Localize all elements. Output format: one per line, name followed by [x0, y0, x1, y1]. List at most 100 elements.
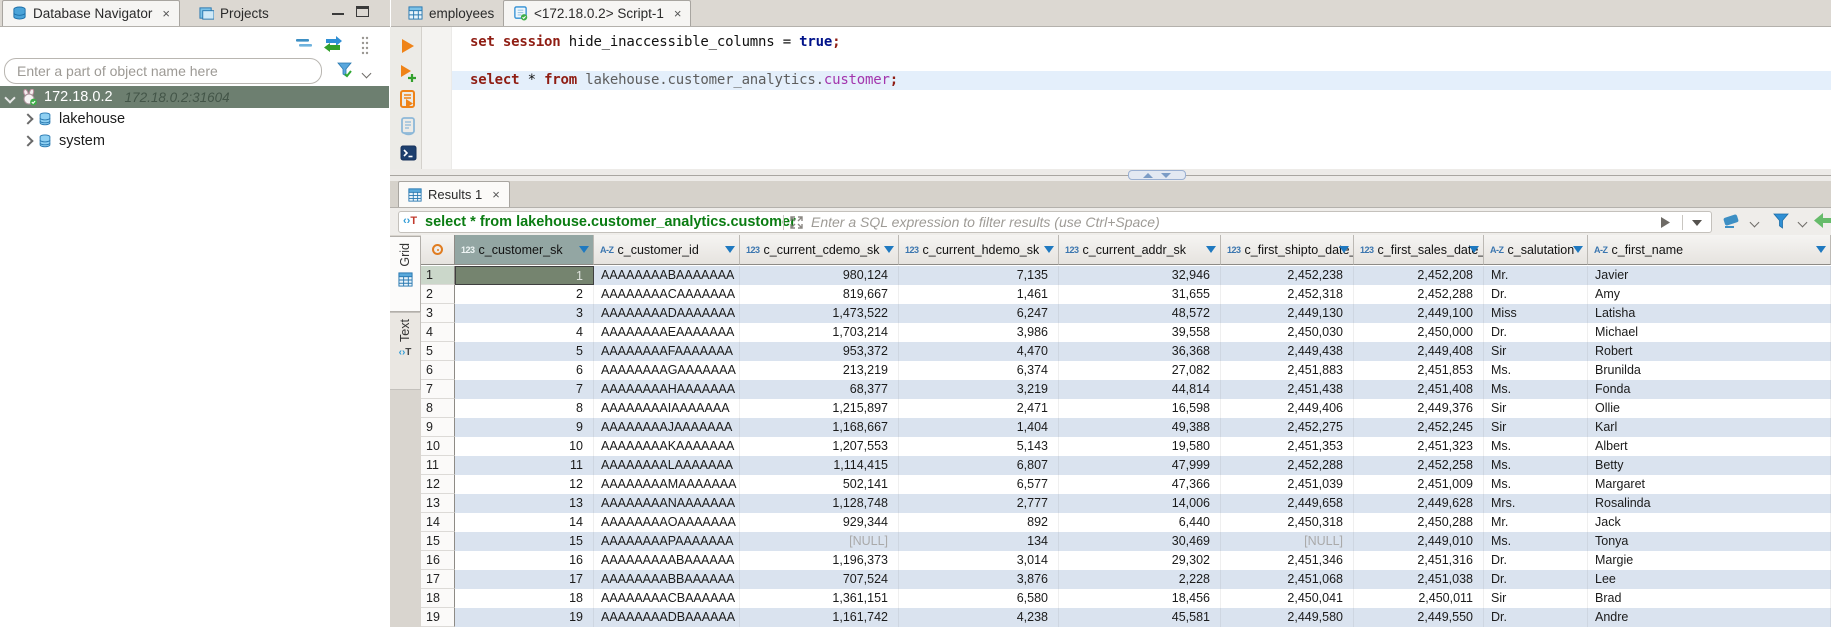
cell-c_first_name-row19[interactable]: Andre: [1588, 608, 1831, 627]
sql-console-button[interactable]: [400, 145, 417, 162]
row-number[interactable]: 15: [421, 532, 455, 551]
cell-c_current_addr_sk-row10[interactable]: 19,580: [1059, 437, 1221, 456]
cell-c_first_shipto_date_sk-row18[interactable]: 2,450,041: [1221, 589, 1354, 608]
cell-c_customer_id-row4[interactable]: AAAAAAAAEAAAAAAA: [594, 323, 740, 342]
expander-icon[interactable]: [22, 114, 32, 124]
cell-c_current_hdemo_sk-row11[interactable]: 6,807: [899, 456, 1059, 475]
column-menu-dropdown-icon[interactable]: [1206, 246, 1216, 253]
code-line[interactable]: set session hide_inaccessible_columns = …: [470, 33, 840, 52]
cell-c_customer_id-row10[interactable]: AAAAAAAAKAAAAAAA: [594, 437, 740, 456]
cell-c_current_addr_sk-row15[interactable]: 30,469: [1059, 532, 1221, 551]
tab-database-navigator[interactable]: Database Navigator ×: [2, 0, 180, 26]
row-number[interactable]: 6: [421, 361, 455, 380]
cell-c_current_addr_sk-row14[interactable]: 6,440: [1059, 513, 1221, 532]
cell-c_current_addr_sk-row18[interactable]: 18,456: [1059, 589, 1221, 608]
toolbar-grip-icon[interactable]: [360, 35, 370, 55]
cell-c_first_sales_date_sk-row6[interactable]: 2,451,853: [1354, 361, 1484, 380]
cell-c_first_sales_date_sk-row2[interactable]: 2,452,288: [1354, 285, 1484, 304]
row-number[interactable]: 13: [421, 494, 455, 513]
cell-c_customer_id-row17[interactable]: AAAAAAAABBAAAAAA: [594, 570, 740, 589]
tree-item-system[interactable]: system: [0, 130, 389, 152]
object-search-input[interactable]: [4, 58, 322, 84]
cell-c_salutation-row18[interactable]: Sir: [1484, 589, 1588, 608]
cell-c_current_addr_sk-row5[interactable]: 36,368: [1059, 342, 1221, 361]
filter-dropdown-chevron[interactable]: [362, 69, 372, 79]
cell-c_current_cdemo_sk-row19[interactable]: 1,161,742: [740, 608, 899, 627]
cell-c_customer_id-row13[interactable]: AAAAAAAANAAAAAAA: [594, 494, 740, 513]
cell-c_first_sales_date_sk-row15[interactable]: 2,449,010: [1354, 532, 1484, 551]
cell-c_customer_id-row7[interactable]: AAAAAAAAHAAAAAAA: [594, 380, 740, 399]
cell-c_salutation-row3[interactable]: Miss: [1484, 304, 1588, 323]
cell-c_current_hdemo_sk-row9[interactable]: 1,404: [899, 418, 1059, 437]
row-number[interactable]: 10: [421, 437, 455, 456]
cell-c_current_addr_sk-row11[interactable]: 47,999: [1059, 456, 1221, 475]
cell-c_customer_sk-row5[interactable]: 5: [455, 342, 594, 361]
cell-c_current_cdemo_sk-row9[interactable]: 1,168,667: [740, 418, 899, 437]
cell-c_current_hdemo_sk-row8[interactable]: 2,471: [899, 399, 1059, 418]
link-with-editor-icon[interactable]: [322, 34, 344, 52]
cell-c_current_hdemo_sk-row6[interactable]: 6,374: [899, 361, 1059, 380]
cell-c_current_hdemo_sk-row4[interactable]: 3,986: [899, 323, 1059, 342]
cell-c_salutation-row9[interactable]: Sir: [1484, 418, 1588, 437]
cell-c_first_shipto_date_sk-row4[interactable]: 2,450,030: [1221, 323, 1354, 342]
splitter-collapse-control[interactable]: [1128, 170, 1186, 180]
cell-c_salutation-row12[interactable]: Ms.: [1484, 475, 1588, 494]
cell-c_current_hdemo_sk-row3[interactable]: 6,247: [899, 304, 1059, 323]
column-header-c_customer_id[interactable]: A-Zc_customer_id: [594, 235, 740, 265]
cell-c_customer_sk-row4[interactable]: 4: [455, 323, 594, 342]
cell-c_customer_sk-row13[interactable]: 13: [455, 494, 594, 513]
cell-c_first_shipto_date_sk-row13[interactable]: 2,449,658: [1221, 494, 1354, 513]
cell-c_first_name-row3[interactable]: Latisha: [1588, 304, 1831, 323]
column-header-c_current_hdemo_sk[interactable]: 123c_current_hdemo_sk: [899, 235, 1059, 265]
column-header-c_first_name[interactable]: A-Zc_first_name: [1588, 235, 1831, 265]
cell-c_current_cdemo_sk-row13[interactable]: 1,128,748: [740, 494, 899, 513]
cell-c_current_cdemo_sk-row2[interactable]: 819,667: [740, 285, 899, 304]
code-line[interactable]: select * from lakehouse.customer_analyti…: [470, 71, 898, 90]
column-header-c_first_shipto_date_sk[interactable]: 123c_first_shipto_date_sk: [1221, 235, 1354, 265]
cell-c_current_cdemo_sk-row18[interactable]: 1,361,151: [740, 589, 899, 608]
cell-c_first_sales_date_sk-row12[interactable]: 2,451,009: [1354, 475, 1484, 494]
cell-c_current_cdemo_sk-row17[interactable]: 707,524: [740, 570, 899, 589]
close-icon[interactable]: ×: [492, 187, 500, 202]
cell-c_current_hdemo_sk-row18[interactable]: 6,580: [899, 589, 1059, 608]
cell-c_current_cdemo_sk-row6[interactable]: 213,219: [740, 361, 899, 380]
cell-c_first_name-row2[interactable]: Amy: [1588, 285, 1831, 304]
cell-c_current_addr_sk-row8[interactable]: 16,598: [1059, 399, 1221, 418]
cell-c_current_hdemo_sk-row17[interactable]: 3,876: [899, 570, 1059, 589]
cell-c_customer_sk-row6[interactable]: 6: [455, 361, 594, 380]
cell-c_first_shipto_date_sk-row5[interactable]: 2,449,438: [1221, 342, 1354, 361]
cell-c_first_name-row5[interactable]: Robert: [1588, 342, 1831, 361]
refresh-back-arrow-icon[interactable]: [1814, 212, 1831, 229]
cell-c_current_cdemo_sk-row4[interactable]: 1,703,214: [740, 323, 899, 342]
cell-c_customer_id-row11[interactable]: AAAAAAAALAAAAAAA: [594, 456, 740, 475]
column-menu-dropdown-icon[interactable]: [1339, 246, 1349, 253]
cell-c_salutation-row6[interactable]: Ms.: [1484, 361, 1588, 380]
cell-c_first_name-row17[interactable]: Lee: [1588, 570, 1831, 589]
cell-c_current_hdemo_sk-row19[interactable]: 4,238: [899, 608, 1059, 627]
row-number[interactable]: 1: [421, 266, 455, 285]
cell-c_customer_sk-row8[interactable]: 8: [455, 399, 594, 418]
tab-employees[interactable]: employees: [399, 0, 503, 26]
tab-projects[interactable]: Projects: [190, 0, 278, 26]
cell-c_first_shipto_date_sk-row15[interactable]: [NULL]: [1221, 532, 1354, 551]
results-grid[interactable]: 123c_customer_skA-Zc_customer_id 123c_cur…: [421, 235, 1831, 627]
cell-c_first_sales_date_sk-row8[interactable]: 2,449,376: [1354, 399, 1484, 418]
cell-c_customer_id-row9[interactable]: AAAAAAAAJAAAAAAA: [594, 418, 740, 437]
filter-history-dropdown-icon[interactable]: [1691, 219, 1703, 227]
cell-c_salutation-row8[interactable]: Sir: [1484, 399, 1588, 418]
cell-c_first_shipto_date_sk-row8[interactable]: 2,449,406: [1221, 399, 1354, 418]
cell-c_current_cdemo_sk-row14[interactable]: 929,344: [740, 513, 899, 532]
collapse-all-icon[interactable]: [294, 36, 314, 50]
cell-c_customer_id-row14[interactable]: AAAAAAAAOAAAAAAA: [594, 513, 740, 532]
cell-c_first_sales_date_sk-row17[interactable]: 2,451,038: [1354, 570, 1484, 589]
cell-c_salutation-row5[interactable]: Sir: [1484, 342, 1588, 361]
cell-c_customer_sk-row3[interactable]: 3: [455, 304, 594, 323]
column-menu-dropdown-icon[interactable]: [579, 246, 589, 253]
execute-new-tab-button[interactable]: [399, 64, 418, 83]
cell-c_first_name-row7[interactable]: Fonda: [1588, 380, 1831, 399]
expander-icon[interactable]: [22, 136, 32, 146]
cell-c_customer_id-row1[interactable]: AAAAAAAABAAAAAAA: [594, 266, 740, 285]
column-header-c_customer_sk[interactable]: 123c_customer_sk: [455, 235, 594, 265]
column-menu-dropdown-icon[interactable]: [1573, 246, 1583, 253]
cell-c_current_hdemo_sk-row15[interactable]: 134: [899, 532, 1059, 551]
